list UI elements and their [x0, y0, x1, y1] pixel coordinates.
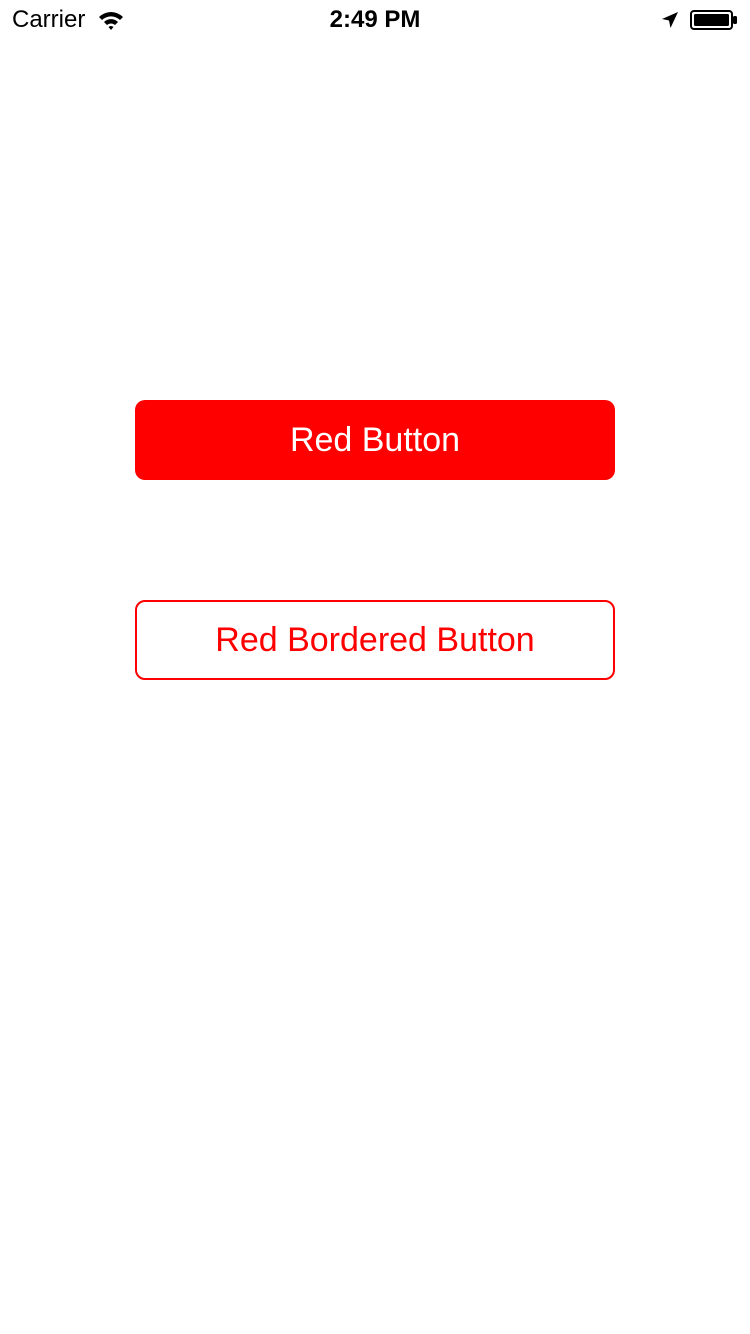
red-bordered-button[interactable]: Red Bordered Button [135, 600, 615, 680]
clock-time: 2:49 PM [329, 6, 421, 33]
red-button[interactable]: Red Button [135, 400, 615, 480]
battery-icon [690, 10, 738, 30]
red-button-label: Red Button [289, 420, 461, 459]
location-arrow-icon [660, 10, 680, 30]
status-bar: Carrier 2:49 PM [0, 0, 750, 40]
red-bordered-button-label: Red Bordered Button [215, 620, 535, 659]
